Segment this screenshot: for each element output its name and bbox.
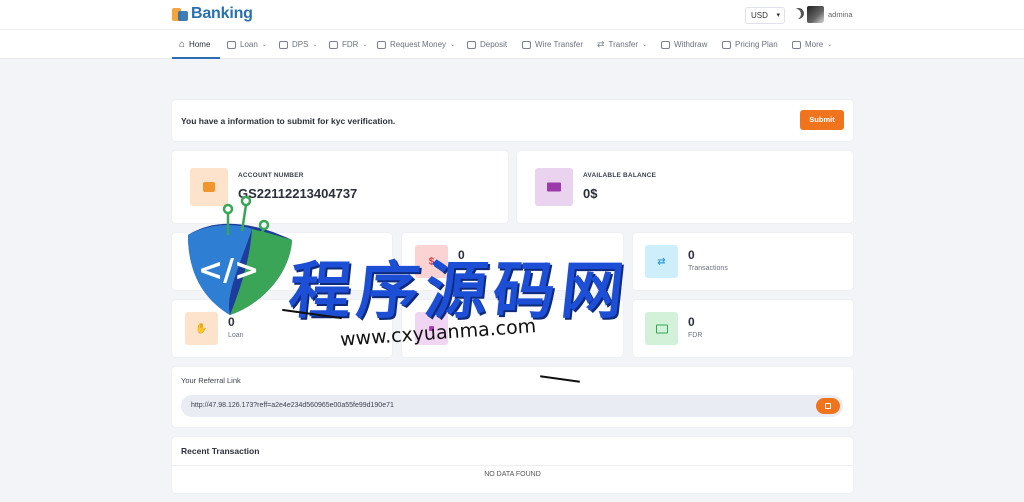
kyc-alert: You have a information to submit for kyc… — [172, 100, 853, 141]
transfer-icon: ⇄ — [597, 39, 605, 49]
nav-item-home[interactable]: ⌂ Home — [179, 30, 210, 59]
stat-card-transactions: ⇄ 0 Transactions — [633, 233, 853, 290]
chevron-down-icon: ▾ — [776, 12, 780, 19]
bank-logo-icon — [172, 6, 188, 22]
stat-card-dps: ■ — [402, 300, 623, 357]
brand-name: Banking — [191, 5, 253, 22]
kyc-submit-button[interactable]: Submit — [800, 110, 844, 130]
referral-link-field[interactable]: http://47.98.126.173?reff=a2e4e234d56096… — [181, 395, 843, 417]
hand-coin-icon: ✋ — [185, 312, 218, 345]
account-number-card: ACCOUNT NUMBER GS22112213404737 — [172, 151, 508, 223]
nav-item-deposit[interactable]: Deposit — [467, 30, 507, 59]
nav-label: Loan — [240, 40, 258, 49]
currency-value: USD — [751, 11, 768, 20]
copy-link-button[interactable] — [816, 398, 840, 414]
available-balance-card: AVAILABLE BALANCE 0$ — [517, 151, 853, 223]
divider — [172, 465, 853, 466]
withdraws-count: 0 — [458, 248, 465, 262]
nav-item-request-money[interactable]: Request Money ⌄ — [377, 30, 455, 59]
wire-transfer-icon — [522, 40, 531, 49]
available-balance-value: 0$ — [583, 186, 598, 201]
nav-item-dps[interactable]: DPS ⌄ — [279, 30, 317, 59]
stat-card-withdraws: $ 0 Withdraws — [402, 233, 623, 290]
more-icon — [792, 40, 801, 49]
withdraws-label: Withdraws — [458, 265, 491, 272]
loan-label: Loan — [228, 332, 244, 339]
nav-item-pricing-plan[interactable]: Pricing Plan — [722, 30, 778, 59]
nav-label: Pricing Plan — [735, 40, 778, 49]
fdr-icon — [329, 40, 338, 49]
main-nav: ⌂ Home Loan ⌄ DPS ⌄ FDR ⌄ Request Money … — [0, 30, 1024, 59]
chevron-down-icon: ⌄ — [450, 42, 456, 48]
no-data-text: NO DATA FOUND — [484, 471, 541, 478]
nav-label: FDR — [342, 40, 359, 49]
pricing-plan-icon — [722, 40, 731, 49]
nav-label: More — [805, 40, 824, 49]
chevron-down-icon: ⌄ — [362, 42, 368, 48]
loan-icon — [227, 40, 236, 49]
home-icon: ⌂ — [179, 39, 186, 50]
withdraw-icon — [661, 40, 670, 49]
referral-card: Your Referral Link http://47.98.126.173?… — [172, 367, 853, 427]
nav-label: Request Money — [390, 40, 447, 49]
nav-item-withdraw[interactable]: Withdraw — [661, 30, 707, 59]
transfer-arrows-icon: ⇄ — [645, 245, 678, 278]
stat-card-loan: ✋ 0 Loan — [172, 300, 392, 357]
referral-link-text: http://47.98.126.173?reff=a2e4e234d56096… — [191, 402, 394, 409]
kyc-message: You have a information to submit for kyc… — [181, 116, 396, 126]
nav-item-fdr[interactable]: FDR ⌄ — [329, 30, 367, 59]
deposit-icon — [467, 40, 476, 49]
nav-item-transfer[interactable]: ⇄ Transfer ⌄ — [597, 30, 647, 59]
fdr-label: FDR — [688, 332, 703, 339]
dps-icon — [279, 40, 288, 49]
nav-item-wire-transfer[interactable]: Wire Transfer — [522, 30, 583, 59]
avatar[interactable] — [807, 6, 824, 23]
fdr-count: 0 — [688, 315, 695, 329]
account-number-value: GS22112213404737 — [238, 186, 358, 201]
account-number-label: ACCOUNT NUMBER — [238, 172, 304, 179]
nav-label: Deposit — [480, 40, 508, 49]
top-header: Banking USD ▾ admina — [0, 0, 1024, 30]
copy-icon — [825, 403, 831, 409]
nav-label: Wire Transfer — [535, 40, 584, 49]
recent-transaction-card: Recent Transaction NO DATA FOUND — [172, 437, 853, 493]
transactions-count: 0 — [688, 248, 695, 262]
wallet-icon — [190, 168, 228, 206]
chevron-down-icon: ⌄ — [261, 42, 267, 48]
nav-item-more[interactable]: More ⌄ — [792, 30, 832, 59]
transactions-label: Transactions — [688, 265, 728, 272]
active-tab-indicator — [172, 57, 220, 59]
chevron-down-icon: ⌄ — [642, 42, 648, 48]
nav-label: Withdraw — [674, 40, 708, 49]
stat-card-deposits — [172, 233, 392, 290]
loan-count: 0 — [228, 315, 235, 329]
credit-card-icon — [645, 312, 678, 345]
recent-transaction-title: Recent Transaction — [181, 446, 260, 456]
dollar-icon: $ — [415, 245, 448, 278]
username[interactable]: admina — [828, 10, 853, 19]
referral-title: Your Referral Link — [181, 376, 241, 385]
brand-logo-link[interactable]: Banking — [172, 5, 253, 23]
stat-card-fdr: 0 FDR — [633, 300, 853, 357]
dps-stat-icon: ■ — [415, 312, 448, 345]
request-money-icon — [377, 40, 386, 49]
money-icon — [535, 168, 573, 206]
nav-item-loan[interactable]: Loan ⌄ — [227, 30, 267, 59]
nav-label: DPS — [292, 40, 309, 49]
dark-mode-toggle-icon[interactable] — [791, 6, 806, 21]
nav-label: Transfer — [608, 40, 639, 49]
nav-label: Home — [189, 40, 211, 49]
chevron-down-icon: ⌄ — [312, 42, 318, 48]
available-balance-label: AVAILABLE BALANCE — [583, 172, 657, 179]
currency-select[interactable]: USD ▾ — [745, 7, 785, 24]
chevron-down-icon: ⌄ — [827, 42, 833, 48]
